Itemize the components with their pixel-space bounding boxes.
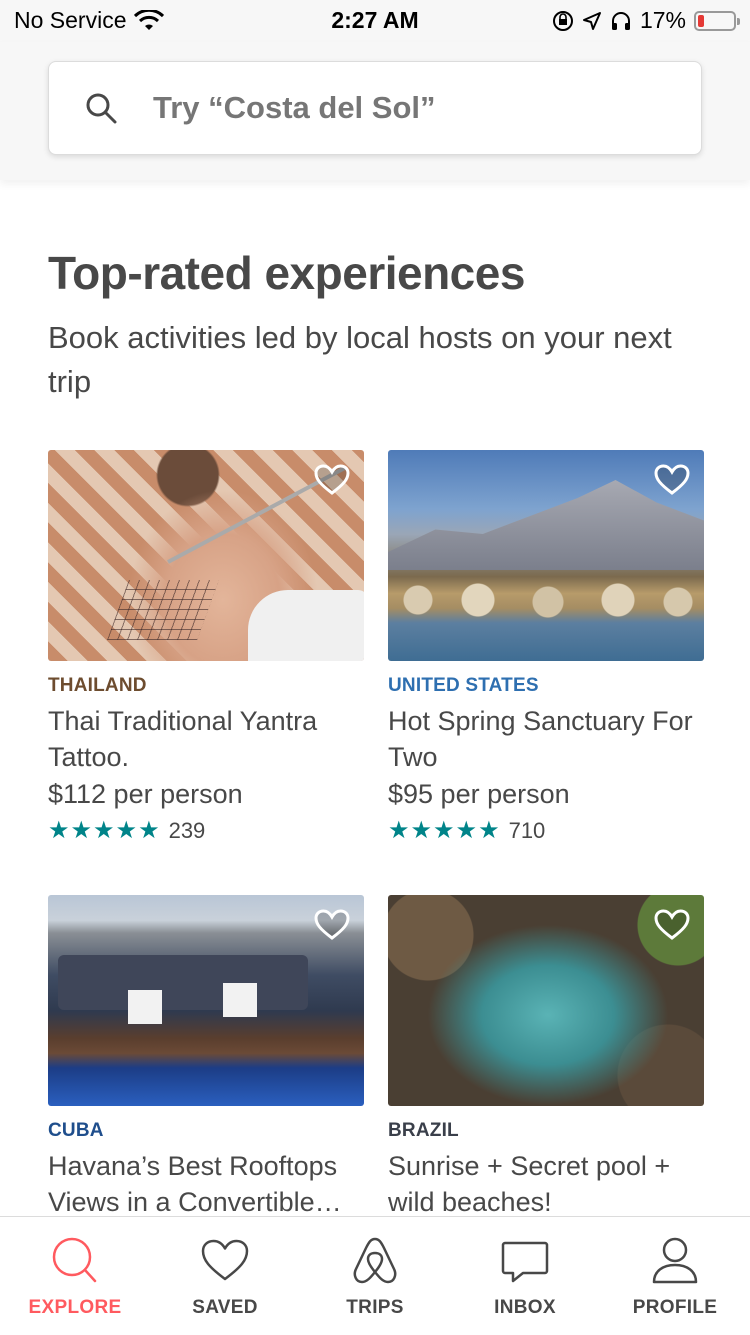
nav-profile[interactable]: PROFILE xyxy=(600,1217,750,1335)
user-icon xyxy=(652,1237,698,1284)
search-icon xyxy=(52,1237,97,1283)
experience-card-thailand[interactable]: THAILAND Thai Traditional Yantra Tattoo.… xyxy=(48,450,364,845)
bottom-nav: EXPLORE SAVED TRIPS INBOX PROFILE xyxy=(0,1216,750,1334)
heart-icon xyxy=(201,1239,249,1281)
card-country: CUBA xyxy=(48,1120,104,1141)
nav-label: EXPLORE xyxy=(28,1297,122,1318)
search-header: Try “Costa del Sol” xyxy=(0,42,750,180)
nav-label: SAVED xyxy=(192,1297,258,1318)
hand xyxy=(248,590,364,661)
card-title: Hot Spring Sanctuary For Two xyxy=(388,706,693,772)
heart-icon[interactable] xyxy=(314,464,350,496)
rating-stars: ★★★★★ xyxy=(388,817,501,844)
airbnb-logo-icon xyxy=(353,1237,397,1284)
nav-label: INBOX xyxy=(494,1297,556,1318)
rocks xyxy=(388,580,704,620)
location-icon xyxy=(582,11,601,30)
experience-image[interactable] xyxy=(388,450,704,661)
rotation-lock-icon xyxy=(552,10,573,31)
experience-card-cuba[interactable]: CUBA Havana’s Best Rooftops Views in a C… xyxy=(48,895,364,1220)
review-count: 239 xyxy=(168,817,206,843)
heart-icon[interactable] xyxy=(654,909,690,941)
card-country: UNITED STATES xyxy=(388,675,539,696)
battery-percent: 17% xyxy=(639,7,686,33)
cube-seat xyxy=(223,983,257,1017)
section-title: Top-rated experiences xyxy=(48,247,525,299)
card-rating: ★★★★★ 710 xyxy=(388,816,704,845)
battery-icon xyxy=(694,10,740,31)
card-country: THAILAND xyxy=(48,675,147,696)
experience-card-united-states[interactable]: UNITED STATES Hot Spring Sanctuary For T… xyxy=(388,450,704,845)
battery-level xyxy=(698,14,704,27)
nav-saved[interactable]: SAVED xyxy=(150,1217,300,1335)
search-input[interactable]: Try “Costa del Sol” xyxy=(48,61,702,155)
nav-inbox[interactable]: INBOX xyxy=(450,1217,600,1335)
card-price: $112 per person xyxy=(48,779,243,809)
card-rating: ★★★★★ 239 xyxy=(48,816,364,845)
card-title: Sunrise + Secret pool + wild beaches! xyxy=(388,1151,671,1217)
review-count: 710 xyxy=(508,817,546,843)
experience-card-brazil[interactable]: BRAZIL Sunrise + Secret pool + wild beac… xyxy=(388,895,704,1220)
status-right: 17% xyxy=(552,7,740,34)
cube-seat xyxy=(128,990,162,1024)
section-subtitle: Book activities led by local hosts on yo… xyxy=(48,320,672,399)
status-bar: No Service 2:27 AM 17% xyxy=(0,0,750,42)
card-price: $95 per person xyxy=(388,779,570,809)
search-placeholder: Try “Costa del Sol” xyxy=(153,90,436,125)
rating-stars: ★★★★★ xyxy=(48,817,161,844)
card-title: Havana’s Best Rooftops Views in a Conver… xyxy=(48,1151,342,1217)
heart-icon[interactable] xyxy=(314,909,350,941)
tattoo-grid xyxy=(107,580,219,640)
search-icon xyxy=(86,93,117,124)
headphones-icon xyxy=(611,11,630,30)
message-icon xyxy=(501,1241,549,1283)
experience-image[interactable] xyxy=(48,450,364,661)
experience-image[interactable] xyxy=(48,895,364,1106)
card-country: BRAZIL xyxy=(388,1120,459,1141)
card-title: Thai Traditional Yantra Tattoo. xyxy=(48,706,318,772)
nav-trips[interactable]: TRIPS xyxy=(300,1217,450,1335)
nav-label: TRIPS xyxy=(346,1297,404,1318)
heart-icon[interactable] xyxy=(654,464,690,496)
nav-label: PROFILE xyxy=(632,1297,718,1318)
sofa xyxy=(58,955,308,1010)
experience-image[interactable] xyxy=(388,895,704,1106)
nav-explore[interactable]: EXPLORE xyxy=(0,1217,150,1335)
